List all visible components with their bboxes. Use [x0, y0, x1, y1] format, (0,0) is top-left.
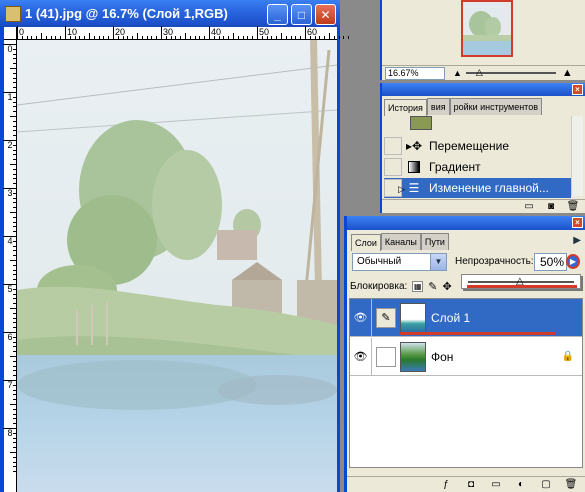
- annotation-underline: [467, 285, 577, 288]
- lock-transparency-icon[interactable]: ▦: [412, 280, 424, 292]
- new-document-from-state-icon[interactable]: ▭: [523, 201, 535, 212]
- layer-row[interactable]: 👁 Фон 🔒: [350, 337, 582, 376]
- zoom-slider-thumb[interactable]: △: [476, 67, 483, 78]
- navigator-thumbnail-image: [463, 2, 511, 55]
- eye-icon[interactable]: 👁: [350, 298, 372, 337]
- lock-label: Блокировка:: [350, 280, 408, 292]
- lock-paint-icon[interactable]: ✎: [428, 280, 437, 293]
- history-source-checkbox[interactable]: [384, 158, 402, 176]
- tab-actions[interactable]: вия: [426, 98, 450, 115]
- opacity-label: Непрозрачность:: [455, 256, 534, 267]
- layer-thumbnail: [400, 302, 426, 333]
- vertical-ruler[interactable]: 012345678: [3, 40, 17, 492]
- tab-layers[interactable]: Слои: [351, 234, 381, 251]
- layer-mask-icon[interactable]: ◘: [465, 479, 477, 490]
- trash-icon[interactable]: 🗑: [567, 201, 580, 212]
- photoshop-document-icon: [5, 5, 21, 22]
- layers-footer: ƒ ◘ ▭ ◐ ▢ 🗑: [347, 476, 585, 492]
- new-layer-icon[interactable]: ▢: [540, 479, 552, 490]
- history-source-checkbox[interactable]: [384, 137, 402, 155]
- zoom-input[interactable]: 16.67%: [385, 66, 445, 80]
- panel-menu-arrow-icon[interactable]: ▶: [573, 235, 581, 246]
- layer-name: Слой 1: [431, 310, 471, 325]
- history-close-icon[interactable]: ×: [572, 84, 583, 95]
- history-panel-titlebar[interactable]: ×: [382, 83, 585, 96]
- gradient-icon: [405, 159, 423, 175]
- image-canvas[interactable]: [17, 40, 337, 492]
- history-tabs: История вия ройки инструментов: [384, 98, 542, 116]
- history-footer: ▭ ◙ 🗑: [382, 199, 585, 213]
- blend-mode-value: Обычный: [357, 256, 402, 267]
- camera-icon[interactable]: ◙: [545, 201, 557, 212]
- layers-panel-titlebar[interactable]: ×: [347, 216, 585, 230]
- zoom-out-icon[interactable]: ▲: [453, 68, 462, 78]
- history-item-label: Изменение главной...: [429, 181, 549, 195]
- document-title: 1 (41).jpg @ 16.7% (Слой 1,RGB): [25, 6, 228, 21]
- maximize-button[interactable]: □: [291, 4, 312, 25]
- trash-icon[interactable]: 🗑: [565, 479, 578, 490]
- blend-mode-select[interactable]: Обычный ▼: [352, 253, 447, 271]
- opacity-slider-toggle-icon[interactable]: ▶: [566, 254, 580, 269]
- move-icon: ▸✥: [405, 139, 423, 153]
- layers-close-icon[interactable]: ×: [572, 217, 583, 228]
- layer-thumbnail: [400, 341, 426, 372]
- minimize-button[interactable]: _: [267, 4, 288, 25]
- tab-channels[interactable]: Каналы: [380, 233, 421, 250]
- layer-style-icon[interactable]: ƒ: [440, 479, 452, 490]
- tab-history[interactable]: История: [384, 99, 427, 116]
- tab-tool-presets[interactable]: ройки инструментов: [449, 98, 542, 115]
- adjustment-layer-icon[interactable]: ◐: [515, 479, 527, 490]
- navigator-zoom-bar: 16.67% ▲ △ ▲: [382, 65, 585, 80]
- chevron-down-icon[interactable]: ▼: [430, 254, 446, 270]
- history-item-label: Перемещение: [429, 139, 509, 153]
- layers-tabs: Слои Каналы Пути: [351, 233, 449, 251]
- navigator-panel: 16.67% ▲ △ ▲: [380, 0, 585, 80]
- opacity-input[interactable]: 50%: [534, 253, 567, 271]
- history-source-checkbox[interactable]: ▷: [384, 179, 405, 197]
- layer-change-icon: ☰: [408, 181, 420, 195]
- history-item[interactable]: Градиент: [384, 157, 571, 177]
- history-scrollbar[interactable]: [571, 116, 583, 196]
- document-window: 1 (41).jpg @ 16.7% (Слой 1,RGB) _ □ ✕ 01…: [0, 0, 350, 492]
- tab-paths[interactable]: Пути: [420, 233, 449, 250]
- zoom-in-icon[interactable]: ▲: [562, 67, 573, 79]
- annotation-underline-layer: [400, 332, 555, 335]
- history-item-label: Градиент: [429, 160, 481, 174]
- close-button[interactable]: ✕: [315, 4, 336, 25]
- layer-name: Фон: [431, 349, 454, 364]
- layers-panel: × Слои Каналы Пути ▶ Обычный ▼ Непрозрач…: [344, 216, 585, 492]
- history-item-selected[interactable]: ▷ ☰ Изменение главной...: [384, 178, 571, 198]
- new-set-icon[interactable]: ▭: [490, 479, 502, 490]
- photo-landscape: [17, 40, 337, 492]
- history-snapshot-thumbnail[interactable]: [410, 116, 432, 130]
- document-title-bar[interactable]: 1 (41).jpg @ 16.7% (Слой 1,RGB) _ □ ✕: [0, 0, 340, 27]
- brush-icon[interactable]: ✎: [376, 307, 396, 328]
- zoom-slider[interactable]: △: [465, 67, 556, 77]
- eye-icon[interactable]: 👁: [350, 337, 372, 376]
- navigator-preview[interactable]: [461, 0, 513, 57]
- history-panel: × История вия ройки инструментов ▸✥ Пере…: [380, 83, 585, 213]
- history-item[interactable]: ▸✥ Перемещение: [384, 136, 571, 156]
- lock-icon: 🔒: [561, 351, 574, 362]
- ruler-origin[interactable]: [4, 27, 17, 40]
- link-slot[interactable]: [376, 346, 396, 367]
- lock-move-icon[interactable]: ✥: [443, 280, 452, 293]
- layers-list: 👁 ✎ Слой 1 👁 Фон 🔒: [349, 298, 583, 468]
- horizontal-ruler[interactable]: 0 10 20 30 40 50 60: [4, 26, 350, 40]
